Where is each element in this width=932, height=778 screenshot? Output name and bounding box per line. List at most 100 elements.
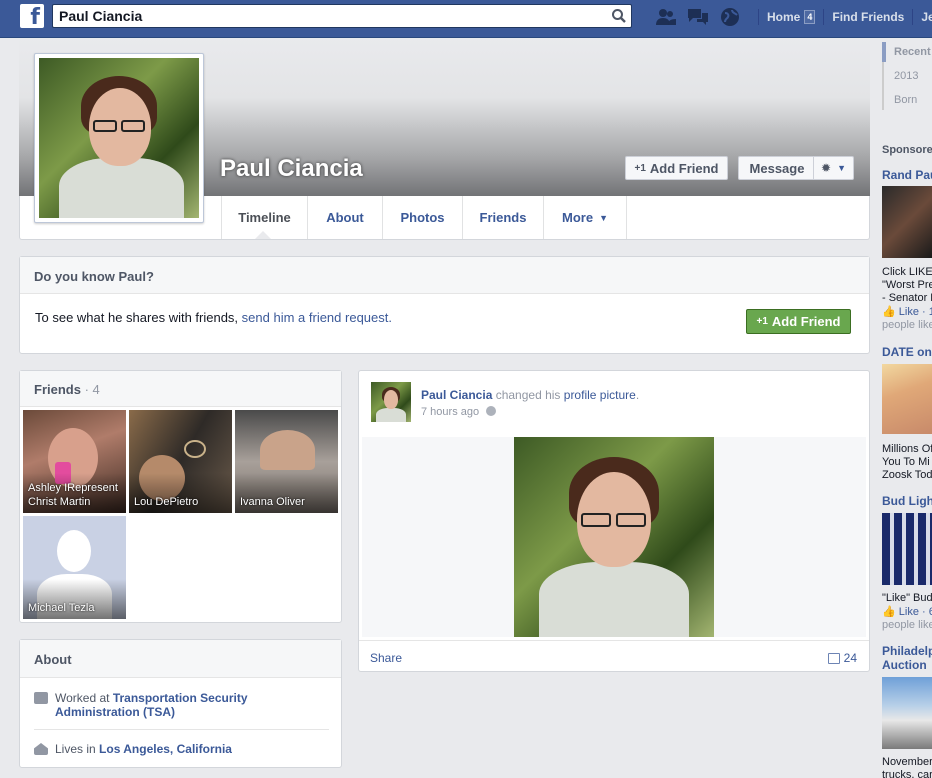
- friends-grid: Ashley IRepresent Christ Martin Lou DePi…: [23, 410, 340, 620]
- add-friend-green-button[interactable]: +1 Add Friend: [746, 309, 851, 334]
- top-bar: f Home4 Find Friends Jeffe: [0, 0, 932, 38]
- friends-box: Friends · 4 Ashley IRepresent Christ Mar…: [19, 370, 342, 623]
- profile-name[interactable]: Paul Ciancia: [220, 155, 363, 183]
- about-box: About Worked at Transportation Security …: [19, 639, 342, 768]
- friend-tile[interactable]: Michael Tezla: [23, 516, 126, 619]
- nav-divider: [823, 9, 825, 25]
- ad-title[interactable]: Philadelp: [882, 644, 932, 658]
- comments-count[interactable]: 24: [827, 651, 857, 665]
- scrubber-2013[interactable]: 2013: [894, 70, 918, 82]
- post-author[interactable]: Paul Ciancia: [421, 388, 492, 402]
- ad-meta: people like: [882, 319, 932, 331]
- notifications-globe-icon[interactable]: [718, 6, 742, 28]
- options-dropdown-button[interactable]: ✹ ▼: [813, 156, 854, 180]
- friends-title-label: Friends: [34, 382, 81, 397]
- ad-text-line: Millions Of: [882, 443, 932, 455]
- about-title[interactable]: About: [20, 640, 341, 678]
- profile-picture[interactable]: [34, 53, 204, 223]
- ad-image[interactable]: [882, 364, 932, 434]
- tab-about[interactable]: About: [307, 196, 382, 239]
- ad-text: "Like" Bud: [882, 592, 932, 605]
- friend-name: Ashley IRepresent Christ Martin: [28, 482, 118, 508]
- ad-title[interactable]: Auction: [882, 658, 932, 672]
- ad-text-line: Zoosk Toda: [882, 469, 932, 481]
- ad-image[interactable]: [882, 186, 932, 258]
- tab-more[interactable]: More ▼: [543, 196, 627, 239]
- post-action: changed his: [492, 388, 564, 402]
- active-tab-caret: [255, 231, 271, 239]
- ad-like-label: Like · 6: [898, 606, 932, 618]
- nav-home[interactable]: Home 4: [767, 9, 823, 25]
- chevron-down-icon: ▼: [599, 212, 608, 223]
- sponsored-label: Sponsore: [882, 144, 932, 156]
- ad-like-link[interactable]: 👍 Like · 1: [882, 305, 932, 318]
- public-globe-icon: [486, 406, 497, 416]
- ad-text: Millions OfYou To MiZoosk Toda: [882, 443, 932, 482]
- right-rail: Recent 2013 Born Sponsore Rand Pau Click…: [870, 38, 932, 778]
- friend-name: Lou DePietro: [134, 496, 199, 508]
- post-headline: Paul Ciancia changed his profile picture…: [421, 388, 639, 402]
- ad-title[interactable]: Bud Light: [882, 494, 932, 508]
- nav-home-label: Home: [767, 10, 801, 24]
- friend-name: Ivanna Oliver: [240, 496, 305, 508]
- friend-requests-icon[interactable]: [654, 6, 678, 28]
- ad-like-label: Like · 1: [898, 306, 932, 318]
- ad-text-line: "Worst Pre: [882, 279, 932, 291]
- about-work-text: Worked at Transportation Security Admini…: [55, 691, 275, 719]
- friend-tile[interactable]: Ivanna Oliver: [235, 410, 338, 513]
- add-friend-icon: +1: [756, 316, 768, 327]
- ad-text-line: You To Mi: [882, 456, 930, 468]
- add-friend-button[interactable]: +1 Add Friend: [625, 156, 728, 180]
- top-nav: Home4 Find Friends Jeffe: [758, 9, 932, 25]
- search-input[interactable]: [53, 5, 593, 27]
- profile-photo-image: [39, 58, 199, 218]
- scrubber-born[interactable]: Born: [894, 94, 917, 106]
- post-time-text: 7 hours ago: [421, 406, 480, 418]
- ad-text-line: November: [882, 756, 932, 768]
- messages-icon[interactable]: [686, 6, 710, 28]
- post-footer: Share 24: [359, 640, 869, 672]
- tab-more-label: More: [562, 210, 594, 225]
- ad-text-line: "Like" Bud: [882, 592, 932, 604]
- ad-title[interactable]: Rand Pau: [882, 168, 932, 182]
- friends-count: · 4: [84, 382, 100, 397]
- post-timestamp[interactable]: 7 hours ago: [421, 406, 497, 418]
- do-you-know-box: Do you know Paul? To see what he shares …: [19, 256, 870, 354]
- ad-image[interactable]: [882, 513, 932, 585]
- ad-image[interactable]: [882, 677, 932, 749]
- send-friend-request-link[interactable]: send him a friend request.: [242, 310, 392, 325]
- about-lives-row: Lives in Los Angeles, California: [34, 742, 232, 756]
- notification-jewels: [654, 6, 742, 28]
- nav-divider: [758, 9, 759, 25]
- share-link[interactable]: Share: [370, 651, 402, 665]
- comment-icon: [827, 652, 840, 664]
- scrubber-recent[interactable]: Recent: [894, 46, 931, 58]
- ad-like-link[interactable]: 👍 Like · 6: [882, 605, 932, 618]
- nav-find-friends[interactable]: Find Friends: [832, 9, 912, 25]
- post-period: .: [635, 388, 640, 402]
- ad-text-line: Click LIKE i: [882, 266, 932, 278]
- post-photo[interactable]: [514, 437, 714, 637]
- search-icon[interactable]: [611, 8, 627, 24]
- friend-tile[interactable]: Ashley IRepresent Christ Martin: [23, 410, 126, 513]
- chevron-down-icon: ▼: [837, 163, 846, 173]
- tab-friends[interactable]: Friends: [462, 196, 543, 239]
- do-you-know-text: To see what he shares with friends, send…: [20, 294, 869, 341]
- ad-text-line: trucks, car: [882, 769, 932, 778]
- add-friend-green-label: Add Friend: [771, 314, 841, 329]
- ad-meta: people like: [882, 619, 932, 631]
- about-work-row: Worked at Transportation Security Admini…: [34, 691, 275, 719]
- nav-user[interactable]: Jeffe: [921, 9, 932, 25]
- timeline-post: Paul Ciancia changed his profile picture…: [358, 370, 870, 672]
- friends-title[interactable]: Friends · 4: [20, 371, 341, 407]
- search-box: [52, 4, 632, 28]
- message-button[interactable]: Message: [738, 156, 816, 180]
- about-lives-link[interactable]: Los Angeles, California: [99, 742, 232, 756]
- post-object-link[interactable]: profile picture: [564, 388, 636, 402]
- timeline-scrubber: Recent 2013 Born: [882, 42, 932, 110]
- friend-tile[interactable]: Lou DePietro: [129, 410, 232, 513]
- ad-title[interactable]: DATE on: [882, 345, 932, 359]
- tab-photos[interactable]: Photos: [382, 196, 462, 239]
- post-author-avatar[interactable]: [371, 382, 411, 422]
- facebook-logo-icon[interactable]: f: [20, 4, 44, 28]
